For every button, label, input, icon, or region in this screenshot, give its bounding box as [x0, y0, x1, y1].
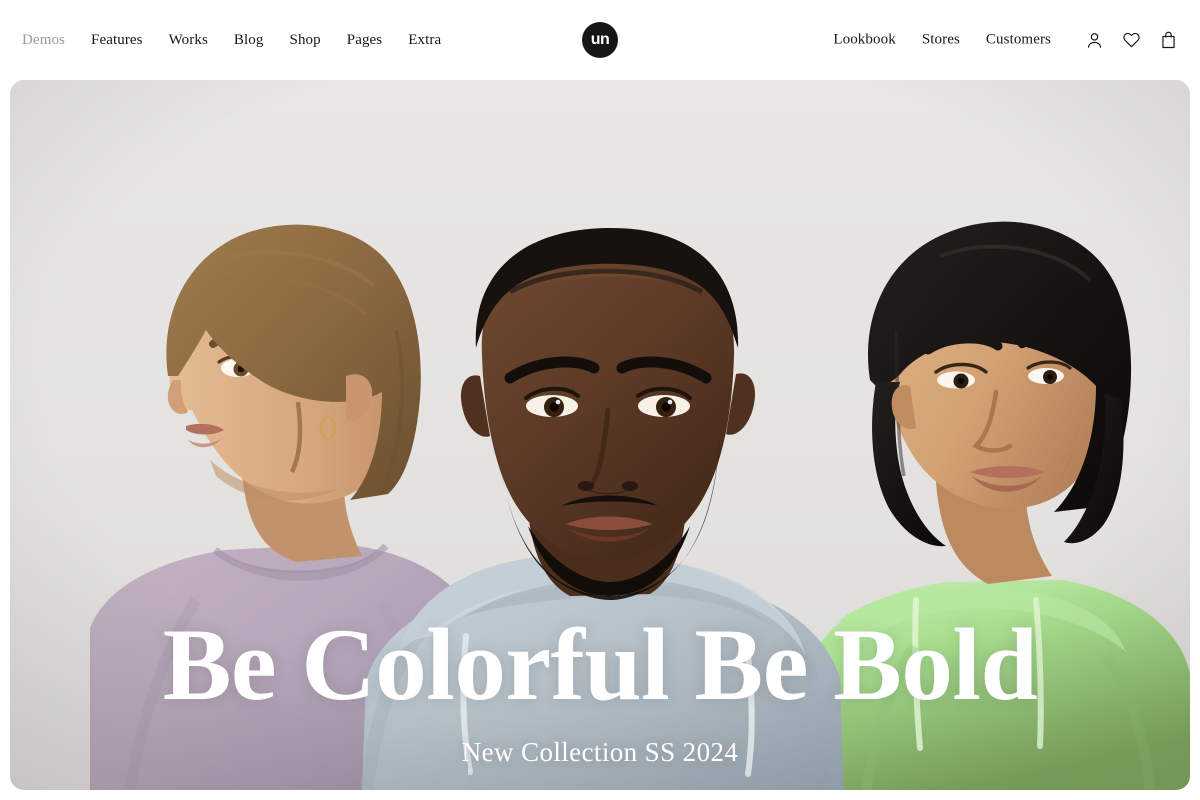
primary-navigation: Demos Features Works Blog Shop Pages Ext…: [0, 32, 441, 48]
nav-item-pages[interactable]: Pages: [347, 32, 383, 48]
logo-circle: un: [582, 22, 618, 58]
nav-item-works[interactable]: Works: [169, 32, 208, 48]
hero-photograph: [10, 80, 1190, 790]
nav-item-lookbook[interactable]: Lookbook: [833, 32, 895, 48]
nav-item-blog[interactable]: Blog: [234, 32, 264, 48]
hero-banner: Be Colorful Be Bold New Collection SS 20…: [10, 80, 1190, 790]
secondary-navigation: Lookbook Stores Customers: [833, 31, 1178, 50]
nav-item-extra[interactable]: Extra: [408, 32, 441, 48]
shopping-bag-icon[interactable]: [1159, 31, 1178, 50]
site-header: Demos Features Works Blog Shop Pages Ext…: [0, 0, 1200, 80]
nav-item-demos[interactable]: Demos: [22, 32, 65, 48]
page-root: Demos Features Works Blog Shop Pages Ext…: [0, 0, 1200, 800]
nav-item-stores[interactable]: Stores: [922, 32, 960, 48]
account-icon[interactable]: [1085, 31, 1104, 50]
wishlist-heart-icon[interactable]: [1122, 31, 1141, 50]
site-logo[interactable]: un: [582, 22, 618, 58]
nav-item-features[interactable]: Features: [91, 32, 143, 48]
logo-text: un: [590, 30, 610, 48]
header-icon-group: [1085, 31, 1178, 50]
nav-item-shop[interactable]: Shop: [290, 32, 321, 48]
nav-item-customers[interactable]: Customers: [986, 32, 1051, 48]
